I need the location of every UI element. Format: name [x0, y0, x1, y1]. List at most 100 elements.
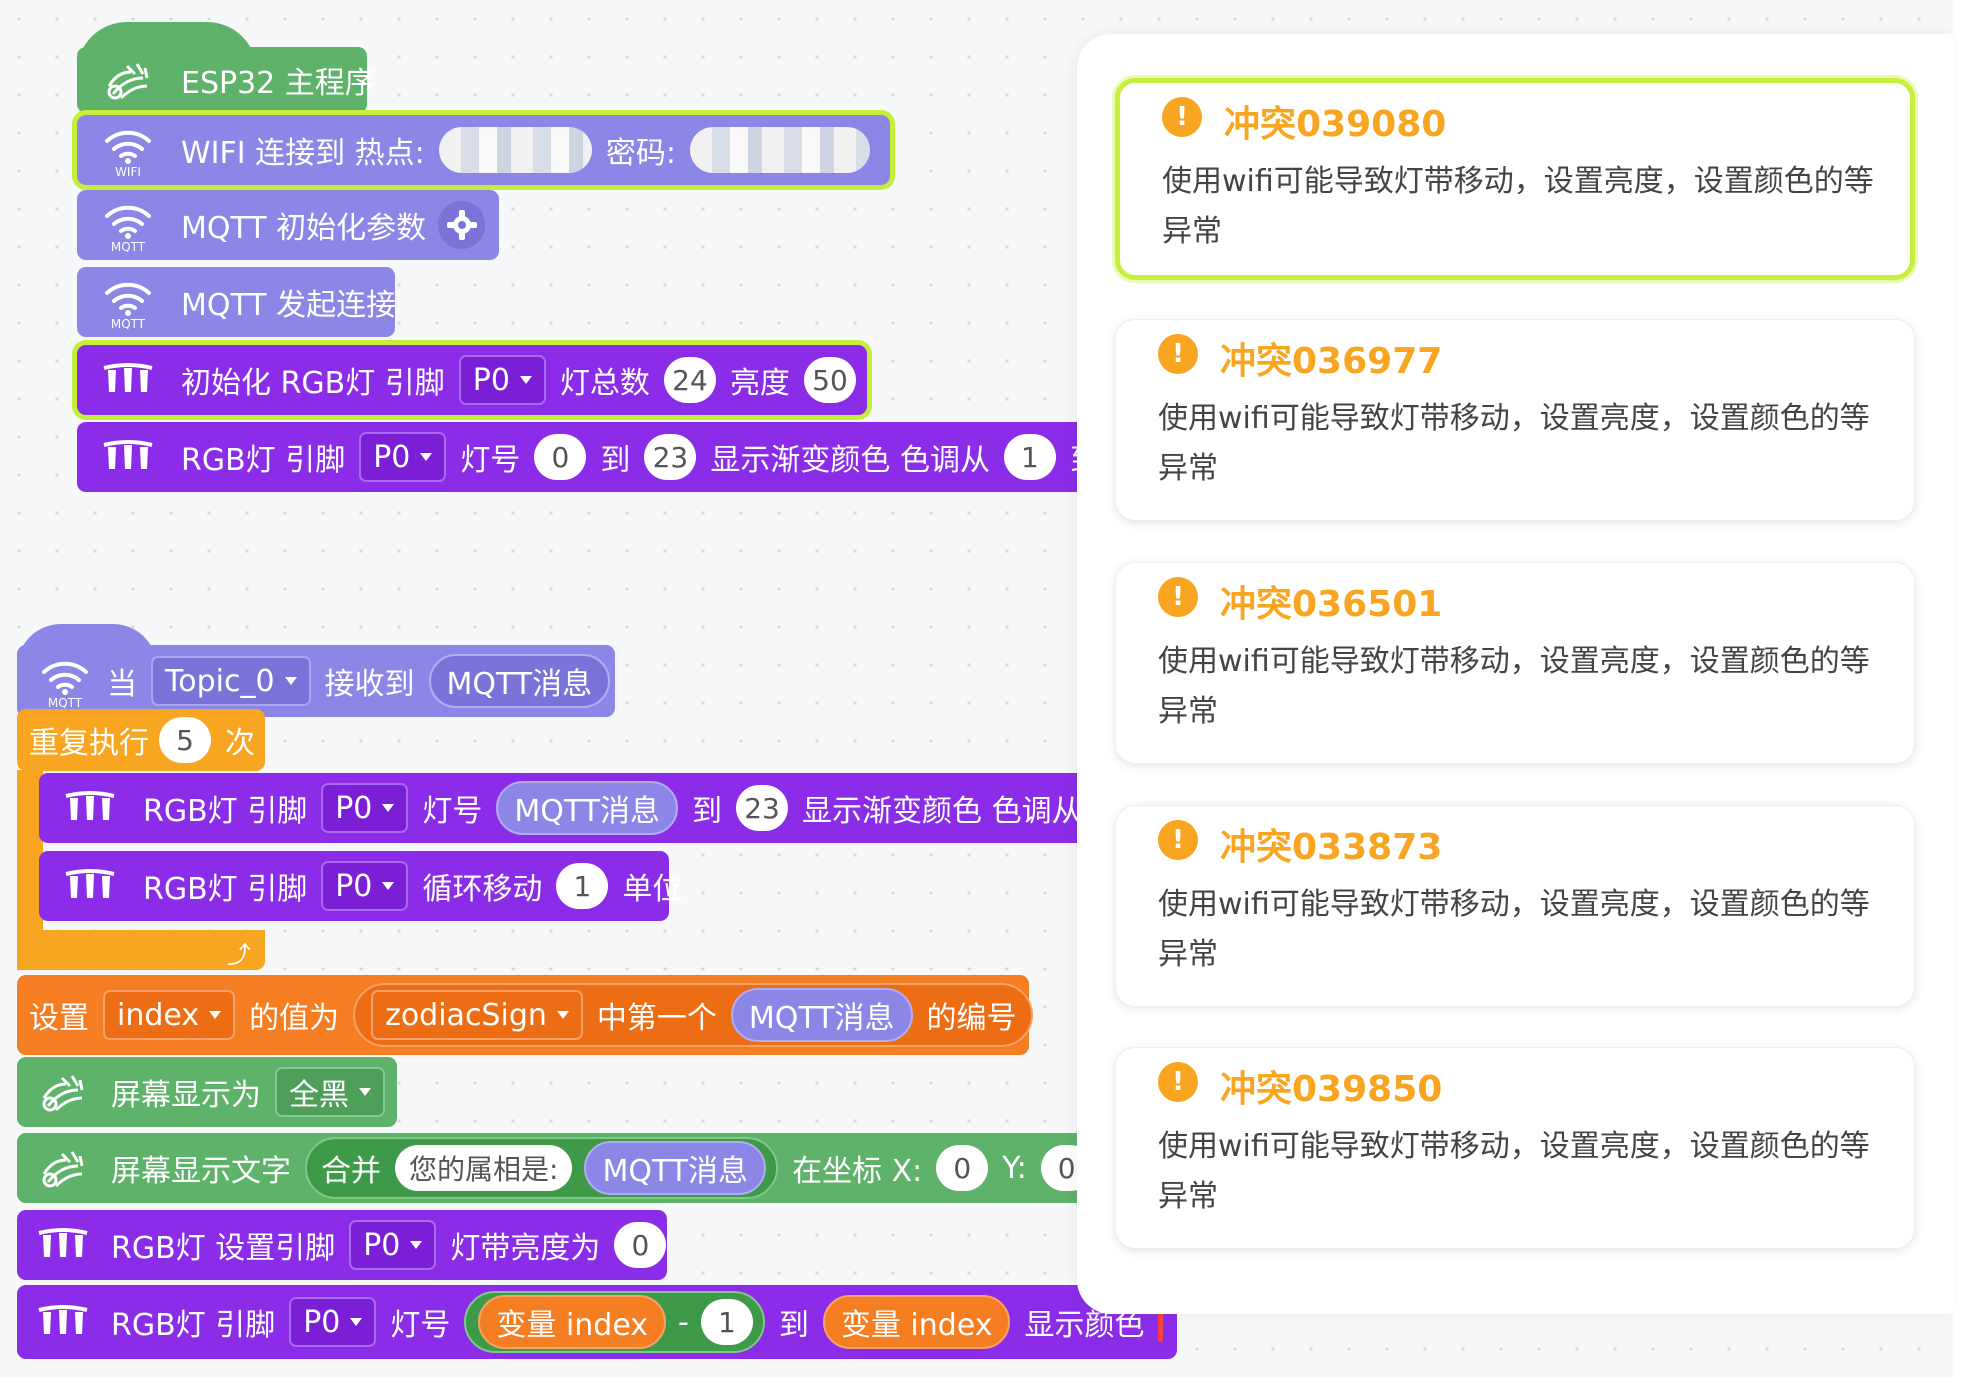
pin-dropdown[interactable]: P0 — [458, 355, 546, 405]
minus-operator: - — [678, 1304, 689, 1340]
screen-fill-dropdown[interactable]: 全黑 — [275, 1067, 385, 1117]
light-number-label: 灯号 — [390, 1308, 451, 1343]
received-label: 接收到 — [324, 667, 415, 702]
to-light-input[interactable]: 23 — [644, 434, 697, 480]
x-input[interactable]: 0 — [936, 1145, 989, 1191]
strip-brightness-label: 灯带亮度为 — [450, 1231, 601, 1266]
code-workspace[interactable]: ESP32 主程序 WIFI WIFI 连接到 热点: 密码: MQTT MQT… — [0, 0, 1984, 1377]
repeat-count-input[interactable]: 5 — [159, 717, 211, 763]
led-strip-icon — [35, 1289, 91, 1355]
conflict-card[interactable]: ! 冲突039080 使用wifi可能导致灯带移动，设置亮度，设置颜色的等异常 — [1115, 78, 1915, 280]
mqtt-message-reporter[interactable]: MQTT消息 — [584, 1141, 767, 1195]
index-of-label: 的编号 — [926, 1001, 1017, 1036]
wifi-connect-block[interactable]: WIFI WIFI 连接到 热点: 密码: — [77, 115, 890, 185]
join-label: 合并 — [321, 1154, 381, 1189]
conflict-card[interactable]: ! 冲突039850 使用wifi可能导致灯带移动，设置亮度，设置颜色的等异常 — [1115, 1047, 1915, 1249]
set-label: 设置 — [29, 1001, 89, 1036]
mqtt-icon-text: MQTT — [48, 696, 83, 708]
exclamation-icon: ! — [1158, 577, 1198, 617]
repeat-block[interactable]: 重复执行 5 次 — [17, 709, 265, 771]
conflict-description: 使用wifi可能导致灯带移动，设置亮度，设置颜色的等异常 — [1158, 887, 1870, 972]
led-strip-icon — [95, 424, 161, 490]
conflict-title: 冲突039080 — [1224, 104, 1447, 145]
pin-dropdown[interactable]: P0 — [321, 861, 409, 911]
y-label: Y: — [1002, 1150, 1027, 1186]
list-item-index-reporter[interactable]: zodiacSign 中第一个 MQTT消息 的编号 — [353, 983, 1033, 1047]
set-variable-block[interactable]: 设置 index 的值为 zodiacSign 中第一个 MQTT消息 的编号 — [17, 975, 1033, 1055]
pin-dropdown[interactable]: P0 — [349, 1220, 437, 1270]
conflict-title: 冲突039850 — [1220, 1069, 1443, 1110]
from-light-input[interactable]: 0 — [534, 434, 587, 480]
join-reporter[interactable]: 合并 您的属相是: MQTT消息 — [305, 1137, 779, 1199]
exclamation-icon: ! — [1158, 820, 1198, 860]
rgb-color-block[interactable]: RGB灯 引脚 P0 灯号 变量 index - 1 到 变量 index 显示… — [17, 1285, 1177, 1359]
window-edge — [1953, 0, 1984, 1377]
unit-label: 单位 — [622, 872, 683, 907]
mqtt-connect-block[interactable]: MQTT MQTT 发起连接 — [77, 267, 396, 337]
when-label: 当 — [107, 667, 137, 702]
to-label: 到 — [600, 443, 631, 478]
total-lights-input[interactable]: 24 — [663, 357, 716, 403]
conflict-title: 冲突033873 — [1220, 827, 1443, 868]
rgb-gradient-block-2[interactable]: RGB灯 引脚 P0 灯号 MQTT消息 到 23 显示渐变颜色 色调从 — [39, 773, 1089, 843]
paw-icon — [95, 47, 161, 113]
password-input-blurred[interactable] — [689, 127, 870, 173]
shift-amount-input[interactable]: 1 — [556, 863, 609, 909]
variable-dropdown[interactable]: index — [103, 990, 236, 1040]
index-variable-reporter[interactable]: 变量 index — [822, 1295, 1011, 1349]
conflict-description: 使用wifi可能导致灯带移动，设置亮度，设置颜色的等异常 — [1158, 644, 1870, 729]
to-light-input[interactable]: 23 — [736, 785, 789, 831]
rgb-shift-block[interactable]: RGB灯 引脚 P0 循环移动 1 单位 — [39, 851, 682, 921]
wifi-icon: WIFI — [95, 117, 161, 183]
conflict-card[interactable]: ! 冲突036977 使用wifi可能导致灯带移动，设置亮度，设置颜色的等异常 — [1115, 319, 1915, 521]
subtract-reporter[interactable]: 变量 index - 1 — [464, 1291, 765, 1353]
list-dropdown[interactable]: zodiacSign — [371, 990, 583, 1040]
times-label: 次 — [225, 726, 255, 761]
mqtt-icon-text: MQTT — [111, 240, 146, 252]
mqtt-receive-event-block[interactable]: MQTT 当 Topic_0 接收到 MQTT消息 — [17, 645, 615, 717]
screen-text-label: 屏幕显示文字 — [111, 1154, 291, 1189]
mqtt-message-reporter[interactable]: MQTT消息 — [730, 988, 913, 1042]
rgb-init-block[interactable]: 初始化 RGB灯 引脚 P0 灯总数 24 亮度 50 — [77, 345, 867, 415]
subtract-value-input[interactable]: 1 — [700, 1299, 753, 1345]
to-label: 到 — [778, 1308, 809, 1343]
brightness-input[interactable]: 0 — [614, 1222, 667, 1268]
conflict-card[interactable]: ! 冲突033873 使用wifi可能导致灯带移动，设置亮度，设置颜色的等异常 — [1115, 805, 1915, 1007]
led-strip-icon — [35, 1212, 91, 1278]
gradient-label: 显示渐变颜色 色调从 — [802, 794, 1082, 829]
pin-dropdown[interactable]: P0 — [289, 1297, 377, 1347]
mqtt-init-label: MQTT 初始化参数 — [181, 211, 427, 246]
hue-from-input[interactable]: 1 — [1003, 434, 1056, 480]
screen-fill-block[interactable]: 屏幕显示为 全黑 — [17, 1057, 397, 1127]
brightness-input[interactable]: 50 — [803, 357, 856, 403]
conflict-description: 使用wifi可能导致灯带移动，设置亮度，设置颜色的等异常 — [1162, 164, 1874, 249]
rgb-brightness-block[interactable]: RGB灯 设置引脚 P0 灯带亮度为 0 — [17, 1210, 667, 1280]
rgb-pin-label: RGB灯 引脚 — [143, 872, 308, 907]
conflict-description: 使用wifi可能导致灯带移动，设置亮度，设置颜色的等异常 — [1158, 401, 1870, 486]
prefix-text-input[interactable]: 您的属相是: — [395, 1145, 573, 1191]
value-label: 的值为 — [249, 1001, 340, 1036]
mqtt-wifi-icon: MQTT — [95, 192, 161, 258]
pin-dropdown[interactable]: P0 — [359, 432, 447, 482]
first-of-label: 中第一个 — [596, 1001, 717, 1036]
topic-dropdown[interactable]: Topic_0 — [151, 656, 311, 706]
mqtt-message-reporter[interactable]: MQTT消息 — [428, 654, 611, 708]
coordinate-label: 在坐标 X: — [792, 1154, 923, 1189]
pin-dropdown[interactable]: P0 — [321, 783, 409, 833]
light-number-label: 灯号 — [460, 443, 521, 478]
exclamation-icon: ! — [1158, 1062, 1198, 1102]
conflict-card[interactable]: ! 冲突036501 使用wifi可能导致灯带移动，设置亮度，设置颜色的等异常 — [1115, 562, 1915, 764]
exclamation-icon: ! — [1158, 334, 1198, 374]
rgb-gradient-block-1[interactable]: RGB灯 引脚 P0 灯号 0 到 23 显示渐变颜色 色调从 1 到 — [77, 422, 1117, 492]
rgb-pin-label: RGB灯 引脚 — [111, 1308, 276, 1343]
index-variable-reporter[interactable]: 变量 index — [478, 1295, 667, 1349]
esp32-main-block[interactable]: ESP32 主程序 — [77, 47, 375, 113]
hotspot-input-blurred[interactable] — [438, 127, 592, 173]
rgb-pin-label: RGB灯 引脚 — [181, 443, 346, 478]
conflict-panel[interactable]: ! 冲突039080 使用wifi可能导致灯带移动，设置亮度，设置颜色的等异常 … — [1077, 34, 1953, 1314]
mqtt-init-block[interactable]: MQTT MQTT 初始化参数 — [77, 190, 499, 260]
mqtt-message-reporter[interactable]: MQTT消息 — [496, 781, 679, 835]
screen-text-block[interactable]: 屏幕显示文字 合并 您的属相是: MQTT消息 在坐标 X: 0 Y: 0 — [17, 1133, 1093, 1203]
gear-icon[interactable] — [438, 201, 485, 249]
gradient-label: 显示渐变颜色 色调从 — [710, 443, 990, 478]
